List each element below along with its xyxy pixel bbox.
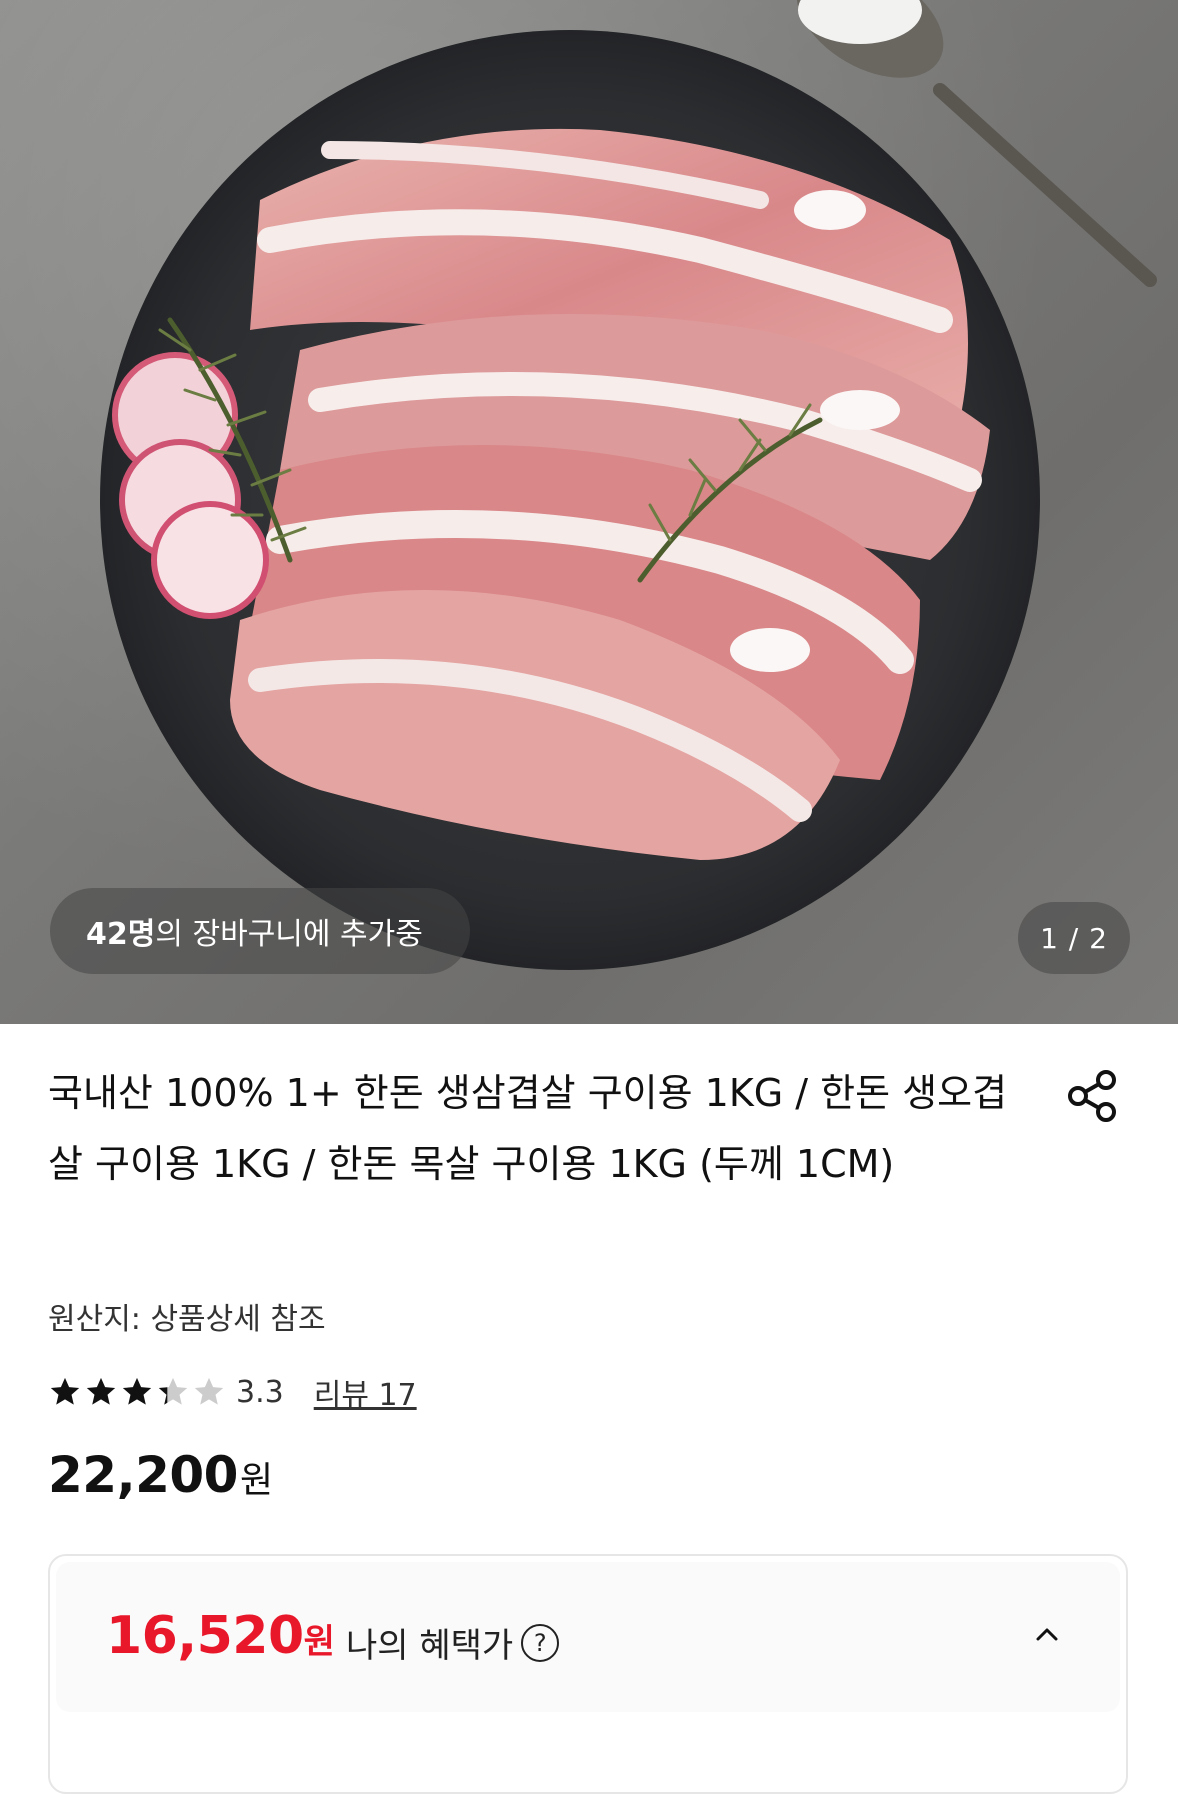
rating-row: 3.3 리뷰 17	[48, 1370, 417, 1414]
benefit-label-text: 나의 혜택가	[346, 1626, 514, 1666]
image-pager: 1 / 2	[1018, 902, 1130, 974]
product-origin: 원산지: 상품상세 참조	[48, 1302, 326, 1337]
original-price-unit: 원	[239, 1460, 273, 1501]
chevron-up-icon[interactable]	[1032, 1620, 1062, 1650]
benefit-price-value: 16,520	[106, 1606, 304, 1666]
product-title: 국내산 100% 1+ 한돈 생삼겹살 구이용 1KG / 한돈 생오겹살 구이…	[48, 1071, 1008, 1186]
benefit-price-box: 16,520원 나의 혜택가 ?	[48, 1554, 1128, 1794]
rating-value: 3.3	[236, 1374, 284, 1410]
original-price-value: 22,200	[48, 1446, 238, 1504]
product-photo	[100, 0, 1157, 970]
star-icon	[50, 1377, 80, 1405]
help-icon[interactable]: ?	[521, 1623, 560, 1662]
share-icon	[1068, 1070, 1116, 1122]
share-button[interactable]	[1064, 1068, 1120, 1124]
rating-stars	[48, 1375, 228, 1409]
product-image-carousel[interactable]: 42명 의 장바구니에 추가중 1 / 2	[0, 0, 1178, 1024]
star-empty-icon	[194, 1377, 224, 1405]
benefit-price-unit: 원	[303, 1622, 335, 1662]
benefit-label: 나의 혜택가 ?	[346, 1618, 560, 1667]
cart-count-text: 의 장바구니에 추가중	[155, 917, 423, 952]
benefit-price: 16,520원	[106, 1606, 335, 1666]
original-price: 22,200원	[48, 1446, 273, 1504]
star-icon	[122, 1377, 152, 1405]
star-half-icon	[158, 1377, 188, 1405]
star-icon	[86, 1377, 116, 1405]
cart-count-badge: 42명 의 장바구니에 추가중	[50, 888, 470, 974]
benefit-price-header[interactable]: 16,520원 나의 혜택가 ?	[56, 1562, 1120, 1712]
cart-count: 42명	[86, 917, 156, 952]
review-link[interactable]: 리뷰 17	[314, 1370, 417, 1414]
